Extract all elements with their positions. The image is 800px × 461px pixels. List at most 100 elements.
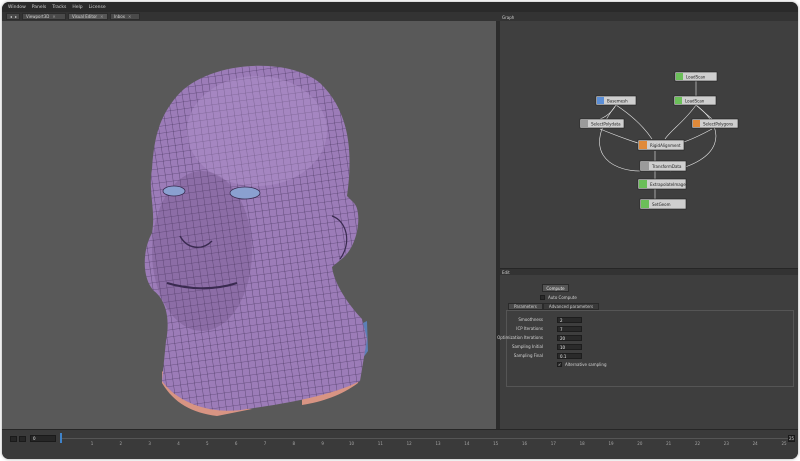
- alternative-sampling-row: ✓ Alternative sampling: [557, 362, 606, 367]
- viewport-3d[interactable]: [2, 21, 496, 429]
- node-label: SelectPolygons: [703, 122, 733, 127]
- node-transformdata[interactable]: TransformData: [639, 160, 687, 172]
- eye-left: [162, 185, 186, 197]
- timeline-tick: 3: [148, 441, 151, 446]
- node-selectpolydata[interactable]: SelectPolydata: [579, 118, 625, 129]
- node-label: LoadScan: [685, 99, 705, 104]
- tab-visual-editor[interactable]: Visual Editor ✕: [68, 13, 108, 20]
- close-icon[interactable]: ✕: [100, 14, 103, 19]
- timeline-tick: 21: [666, 441, 672, 446]
- arrow-left-icon[interactable]: ◂: [10, 14, 12, 19]
- tab-nav-arrows[interactable]: ◂ ▸: [6, 13, 20, 20]
- first-frame-button[interactable]: [10, 436, 17, 442]
- tab-label: Inbox: [114, 14, 125, 19]
- auto-compute-row: Auto Compute: [540, 295, 577, 300]
- param-sampling-initial: Sampling Initial 10: [507, 344, 793, 351]
- app-window: Window Panels Tracks Help License ◂ ▸ Vi…: [2, 2, 798, 459]
- arrow-right-icon[interactable]: ▸: [15, 14, 17, 19]
- tab-label: Viewport3D: [26, 14, 50, 19]
- node-rigidalignment[interactable]: RigidAlignment: [637, 139, 685, 151]
- tab-label: Visual Editor: [72, 14, 98, 19]
- graph-title: Graph: [502, 15, 515, 20]
- tab-inbox[interactable]: Inbox ✕: [110, 13, 140, 20]
- playhead[interactable]: [60, 433, 62, 443]
- timeline-tick: 16: [521, 441, 528, 446]
- timeline-tick: 12: [406, 441, 412, 446]
- parameters-box: Smoothness 2 ICP Iterations 7 Optimizati…: [497, 310, 794, 387]
- tab-viewport3d[interactable]: Viewport3D ✕: [22, 13, 66, 20]
- tab-advanced-parameters[interactable]: Advanced parameters: [542, 303, 600, 310]
- timeline-tick: 24: [752, 441, 758, 446]
- menu-window[interactable]: Window: [8, 5, 26, 10]
- alternative-sampling-checkbox[interactable]: ✓: [557, 362, 562, 367]
- timeline-tick: 10: [348, 441, 355, 446]
- param-sampling-final: Sampling Final 0.1: [507, 353, 793, 360]
- timeline-tick: 8: [292, 441, 296, 446]
- node-graph-canvas: LoadScan Basemesh LoadScan SelectPolydat…: [579, 71, 739, 210]
- node-selectpolygons[interactable]: SelectPolygons: [691, 118, 739, 129]
- compute-button[interactable]: Compute: [542, 284, 569, 292]
- node-label: SelectPolydata: [591, 122, 621, 127]
- timeline-tick: 22: [694, 441, 701, 446]
- timeline-tick: 11: [377, 441, 383, 446]
- timeline-tick: 2: [119, 441, 123, 446]
- timeline-tick: 14: [464, 441, 470, 446]
- close-icon[interactable]: ✕: [128, 14, 131, 19]
- auto-compute-label: Auto Compute: [548, 295, 577, 300]
- param-tabs: Parameters Advanced parameters: [508, 303, 600, 310]
- smoothness-input[interactable]: 2: [557, 317, 582, 323]
- node-label: TransformData: [651, 164, 682, 169]
- play-button[interactable]: [19, 436, 26, 442]
- param-label: Sampling Final: [513, 353, 543, 358]
- param-label: Smoothness: [518, 317, 543, 322]
- menu-tracks[interactable]: Tracks: [52, 5, 66, 10]
- menu-license[interactable]: License: [89, 5, 106, 10]
- menu-bar: Window Panels Tracks Help License: [2, 2, 798, 12]
- timeline-track[interactable]: [62, 438, 788, 439]
- properties-panel: Compute Auto Compute Parameters Advanced…: [497, 275, 798, 429]
- timeline-tick: 7: [263, 441, 267, 446]
- timeline-tick: 4: [177, 441, 180, 446]
- node-loadscan[interactable]: LoadScan: [674, 71, 718, 82]
- node-label: ExtrapolateImage: [650, 182, 686, 187]
- timeline-tick: 18: [579, 441, 585, 446]
- timeline-tick: 19: [608, 441, 614, 446]
- node-setgeom[interactable]: SetGeom: [639, 198, 687, 210]
- node-label: Basemesh: [607, 99, 628, 104]
- timeline-tick: 5: [206, 441, 209, 446]
- param-label: ICP Iterations: [516, 326, 543, 331]
- timeline-tick: 9: [321, 441, 324, 446]
- current-frame-input[interactable]: 0: [30, 435, 56, 442]
- node-extrapolateimage[interactable]: ExtrapolateImage: [637, 178, 687, 190]
- node-label: RigidAlignment: [650, 143, 681, 148]
- auto-compute-checkbox[interactable]: [540, 295, 545, 300]
- timeline: 0 1 2 3 4 5 6 7 8 9 10 11 12 13 14 15 16 17 18 19 20 21 22 23 2…: [2, 429, 798, 459]
- head-mesh-render: [144, 65, 368, 416]
- sampling-initial-input[interactable]: 10: [557, 344, 582, 350]
- sampling-final-input[interactable]: 0.1: [557, 353, 582, 359]
- param-icp-iterations: ICP Iterations 7: [507, 326, 793, 333]
- node-label: SetGeom: [652, 202, 671, 207]
- end-frame-label: 25: [788, 435, 795, 442]
- timeline-tick: 15: [493, 441, 499, 446]
- timeline-tick: 20: [637, 441, 643, 446]
- timeline-tick: 6: [234, 441, 238, 446]
- eye-right: [229, 186, 261, 200]
- param-label: Optimization Iterations: [497, 335, 543, 340]
- param-optimization-iterations: Optimization Iterations 20: [497, 335, 793, 342]
- timeline-tick: 13: [435, 441, 441, 446]
- node-basemesh[interactable]: Basemesh: [595, 95, 637, 106]
- tab-parameters[interactable]: Parameters: [508, 303, 543, 310]
- timeline-tick: 1: [90, 441, 94, 446]
- param-label: Sampling Initial: [511, 344, 543, 349]
- alternative-sampling-label: Alternative sampling: [565, 362, 607, 367]
- node-loadscan-2[interactable]: LoadScan: [673, 95, 717, 106]
- menu-panels[interactable]: Panels: [32, 5, 46, 10]
- node-label: LoadScan: [686, 75, 706, 80]
- menu-help[interactable]: Help: [72, 5, 82, 10]
- timeline-tick: 17: [550, 441, 556, 446]
- icp-iterations-input[interactable]: 7: [557, 326, 582, 332]
- optimization-iterations-input[interactable]: 20: [557, 335, 582, 341]
- close-icon[interactable]: ✕: [52, 14, 55, 19]
- node-graph[interactable]: LoadScan Basemesh LoadScan SelectPolydat…: [500, 21, 798, 268]
